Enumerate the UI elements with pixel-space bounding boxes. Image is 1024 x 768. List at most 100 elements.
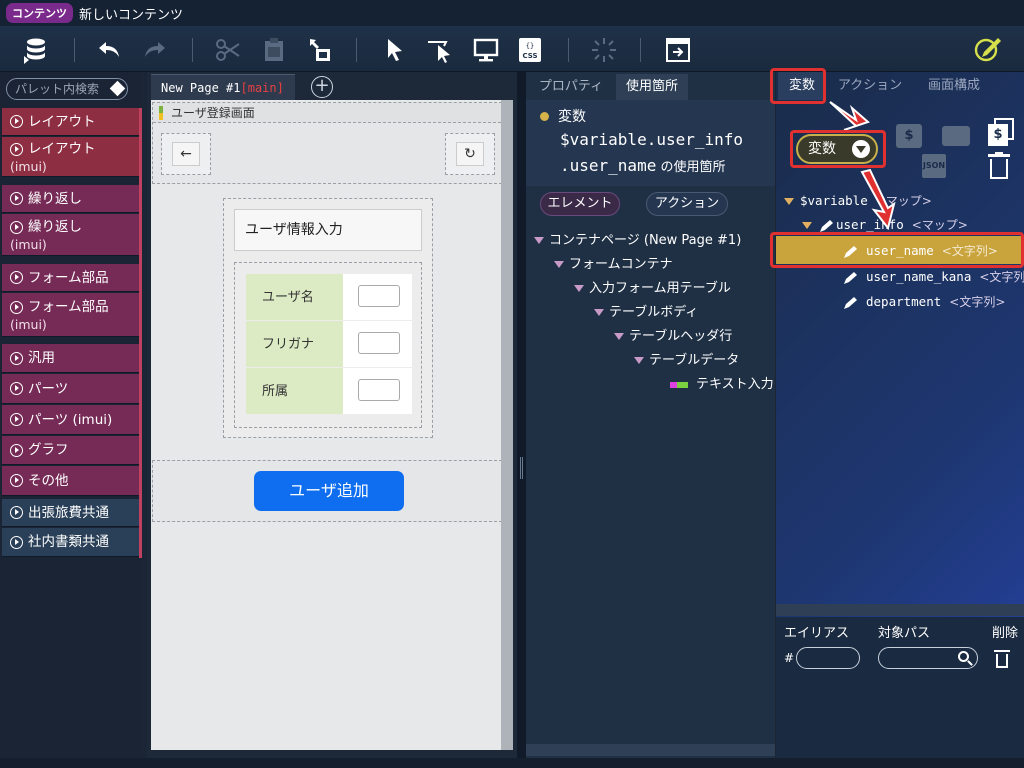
- vars-hscroll[interactable]: [776, 604, 1024, 616]
- tree-node-label: 入力フォーム用テーブル: [589, 281, 731, 296]
- tab-actions[interactable]: アクション: [830, 72, 910, 100]
- edit-check-icon[interactable]: [972, 32, 1004, 64]
- button-container[interactable]: ユーザ追加: [152, 460, 502, 522]
- add-struct-icon[interactable]: [942, 126, 970, 146]
- palette-item-layout-imui[interactable]: レイアウト (imui): [2, 137, 139, 177]
- add-tab-icon[interactable]: +: [311, 76, 333, 98]
- copy-variable-icon[interactable]: $: [988, 118, 1014, 146]
- props-hscroll[interactable]: [526, 744, 775, 756]
- palette-item-travel-common[interactable]: 出張旅費共通: [2, 499, 139, 527]
- expand-icon: [574, 285, 584, 292]
- cut-icon[interactable]: [212, 34, 244, 66]
- row-input[interactable]: [358, 332, 400, 354]
- move-icon[interactable]: [304, 34, 336, 66]
- input-form-table[interactable]: ユーザ名 フリガナ 所属: [234, 262, 422, 428]
- tab-new-page[interactable]: New Page #1[main]: [151, 74, 295, 100]
- palette-item-form-parts[interactable]: フォーム部品: [2, 264, 139, 292]
- tree-node[interactable]: 入力フォーム用テーブル: [574, 277, 731, 296]
- palette-item-layout[interactable]: レイアウト: [2, 108, 139, 136]
- loading-icon[interactable]: [588, 34, 620, 66]
- palette-item-general[interactable]: 汎用: [2, 344, 139, 373]
- var-node-user-name-kana[interactable]: user_name_kana <文字列>: [842, 268, 1024, 285]
- palette-item-repeat[interactable]: 繰り返し: [2, 185, 139, 213]
- database-export-icon[interactable]: [20, 34, 52, 66]
- palette-item-label: その他: [28, 473, 69, 489]
- palette-item-parts-imui[interactable]: パーツ (imui): [2, 405, 139, 435]
- form-container[interactable]: ユーザ情報入力 ユーザ名 フリガナ 所属: [223, 198, 433, 438]
- palette-item-document-common[interactable]: 社内書類共通: [2, 528, 139, 557]
- select-pointer-icon[interactable]: [378, 34, 410, 66]
- add-variable-icon[interactable]: $: [896, 124, 922, 148]
- tree-node[interactable]: フォームコンテナ: [554, 253, 673, 272]
- form-title-box: ユーザ情報入力: [234, 209, 422, 251]
- row-input[interactable]: [358, 379, 400, 401]
- var-node-type: <文字列>: [979, 270, 1024, 284]
- alias-input[interactable]: [796, 647, 860, 669]
- refresh-button[interactable]: ↻: [445, 133, 495, 175]
- expand-icon: [784, 198, 794, 205]
- add-json-icon[interactable]: JSON: [922, 154, 946, 178]
- svg-text:CSS: CSS: [522, 52, 537, 60]
- tree-node-label: フォームコンテナ: [569, 257, 673, 272]
- palette-item-repeat-imui[interactable]: 繰り返し (imui): [2, 214, 139, 256]
- tab-screen-structure[interactable]: 画面構成: [916, 72, 992, 100]
- target-path-input[interactable]: [878, 647, 978, 669]
- tree-node[interactable]: コンテナページ (New Page #1): [534, 229, 741, 248]
- filter-action-label: アクション: [654, 196, 720, 211]
- row-input[interactable]: [358, 285, 400, 307]
- page-canvas: ユーザ登録画面 ← ↻ ユーザ情報入力 ユーザ名 フリガナ 所属 ユーザ追加: [151, 100, 513, 750]
- add-user-button[interactable]: ユーザ追加: [254, 471, 404, 511]
- preview-monitor-icon[interactable]: [470, 34, 502, 66]
- eraser-icon[interactable]: [109, 80, 126, 97]
- palette-panel: パレット内検索 レイアウト レイアウト (imui) 繰り返し 繰り返し (im…: [0, 72, 142, 758]
- palette-search-input[interactable]: パレット内検索: [6, 78, 128, 100]
- expand-icon: [802, 222, 812, 229]
- highlight-type-button: [790, 130, 886, 168]
- tab-usage-label: 使用箇所: [625, 79, 678, 94]
- back-button[interactable]: ←: [161, 133, 211, 175]
- filter-element-button[interactable]: エレメント: [540, 192, 620, 216]
- form-title: ユーザ情報入力: [245, 222, 343, 238]
- tree-node[interactable]: テーブルデータ: [634, 349, 739, 368]
- pen-icon: [820, 219, 833, 232]
- undo-icon[interactable]: [94, 34, 126, 66]
- highlight-variables-tab: [770, 68, 826, 104]
- header-container[interactable]: ユーザ登録画面 ← ↻: [152, 102, 502, 184]
- table-row: フリガナ: [246, 321, 412, 367]
- var-node-department[interactable]: department <文字列>: [842, 293, 1005, 310]
- properties-panel: プロパティ 使用箇所 変数 $variable.user_info .user_…: [526, 72, 775, 758]
- palette-item-label: パーツ: [28, 381, 69, 397]
- var-label: 変数: [558, 109, 586, 125]
- paste-icon[interactable]: [258, 34, 290, 66]
- palette-item-graph[interactable]: グラフ: [2, 436, 139, 465]
- redo-icon[interactable]: [138, 34, 170, 66]
- palette-item-form-parts-imui[interactable]: フォーム部品 (imui): [2, 293, 139, 337]
- tree-node-label: テーブルヘッダ行: [629, 329, 733, 344]
- var-node-type: <文字列>: [949, 295, 1006, 309]
- trash-icon[interactable]: [988, 152, 1010, 180]
- expand-icon: [554, 261, 564, 268]
- page-header-title: ユーザ登録画面: [171, 106, 255, 120]
- row-label-text: ユーザ名: [262, 290, 314, 305]
- tab-usage[interactable]: 使用箇所: [616, 74, 688, 100]
- splitter[interactable]: [517, 72, 526, 758]
- tree-node[interactable]: テーブルヘッダ行: [614, 325, 732, 344]
- palette-item-label: レイアウト: [28, 114, 96, 130]
- refresh-icon: ↻: [456, 142, 484, 166]
- tree-node[interactable]: テキスト入力: [670, 373, 775, 392]
- tab-properties[interactable]: プロパティ: [528, 74, 614, 100]
- usage-suffix: の使用箇所: [660, 160, 726, 175]
- export-window-icon[interactable]: [662, 34, 694, 66]
- filter-action-button[interactable]: アクション: [646, 192, 728, 216]
- variables-panel: 変数 アクション 画面構成 変数 $ JSON $ $variable <マップ>…: [770, 68, 1024, 758]
- css-icon[interactable]: {} CSS: [514, 34, 546, 66]
- status-bar: [0, 758, 1024, 768]
- tree-node[interactable]: テーブルボディ: [594, 301, 698, 320]
- palette-item-parts[interactable]: パーツ: [2, 374, 139, 404]
- var-path-2: .user_name の使用箇所: [560, 156, 725, 175]
- canvas-scrollbar[interactable]: [501, 100, 513, 750]
- palette-item-other[interactable]: その他: [2, 466, 139, 496]
- inspect-pointer-icon[interactable]: [424, 34, 456, 66]
- palette-item-sub: (imui): [10, 159, 47, 174]
- delete-alias-icon[interactable]: [994, 649, 1010, 669]
